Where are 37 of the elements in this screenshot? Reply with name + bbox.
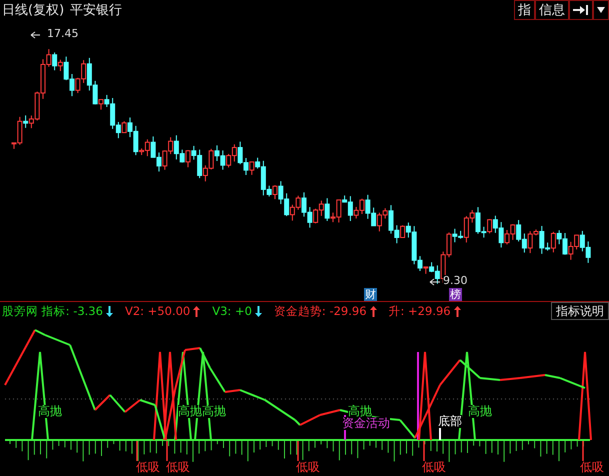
up-arrow-icon xyxy=(193,306,200,318)
pointer-arrow-icon xyxy=(430,278,440,286)
indicator-value: V2: +50.00 xyxy=(124,304,200,318)
buy-signal-label: 低吸 xyxy=(136,461,160,474)
sell-signal-label: 高抛 xyxy=(202,405,226,418)
indicator-value: 股旁网 指标: -3.36 xyxy=(2,304,113,318)
sell-signal-label: 高抛 xyxy=(38,405,62,418)
up-arrow-icon xyxy=(454,306,461,317)
buy-signal-label: 低吸 xyxy=(422,461,446,474)
caret-icon xyxy=(597,7,605,13)
dropdown-button[interactable] xyxy=(593,0,609,20)
sell-signal-label: 高抛 xyxy=(348,405,372,418)
buy-signal-label: 低吸 xyxy=(580,461,604,474)
stock-name: 平安银行 xyxy=(70,2,122,19)
down-arrow-icon xyxy=(254,306,262,318)
low-price-label: 9.30 xyxy=(443,275,468,287)
up-arrow-icon xyxy=(370,306,377,317)
down-arrow-icon xyxy=(106,306,113,317)
indicator-value: 升: +29.96 xyxy=(388,304,461,318)
indicator-value: V3: +0 xyxy=(212,304,262,318)
indicator-help-button[interactable]: 指标说明 xyxy=(551,302,609,320)
sell-signal-label: 高抛 xyxy=(178,405,202,418)
buy-signal-label: 低吸 xyxy=(296,461,320,474)
signal-label: 资金活动 xyxy=(342,417,390,430)
buy-signal-label: 低吸 xyxy=(166,461,190,474)
event-badge[interactable]: 榜 xyxy=(449,288,462,301)
sell-signal-label: 高抛 xyxy=(468,405,492,418)
toolbar-button[interactable]: 指 xyxy=(514,0,535,20)
arrow-to-bar-icon xyxy=(573,4,589,16)
chart-period: 日线(复权) xyxy=(2,2,64,19)
high-price-label: 17.45 xyxy=(47,28,78,40)
collapse-button[interactable] xyxy=(569,0,593,20)
signal-label: 底部 xyxy=(438,415,462,428)
pointer-arrow-icon xyxy=(30,32,40,38)
toolbar-button[interactable]: 信息 xyxy=(535,0,569,20)
event-badge[interactable]: 财 xyxy=(364,288,377,301)
indicator-value: 资金趋势: -29.96 xyxy=(274,304,377,318)
